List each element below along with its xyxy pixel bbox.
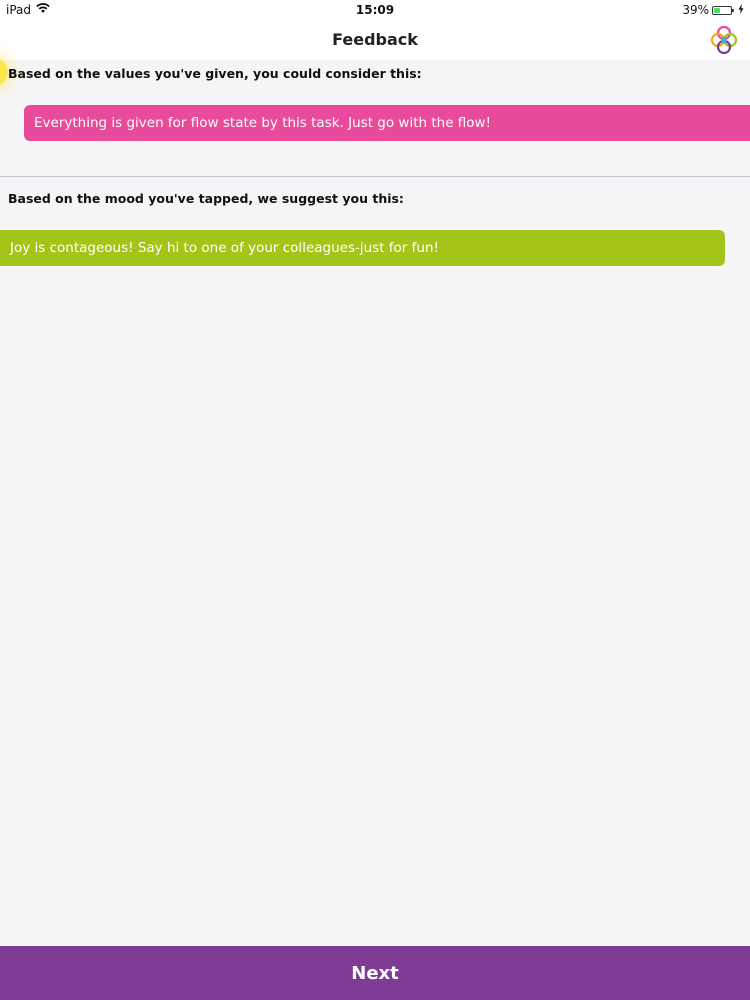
status-time: 15:09 [355,3,395,17]
status-bar: iPad 15:09 39% [0,0,750,22]
feedback-screen: iPad 15:09 39% Feedback Based on the val… [0,0,750,1000]
section-divider [0,176,750,177]
page-title: Feedback [332,30,418,49]
mood-suggestion-bubble: Joy is contageous! Say hi to one of your… [0,230,725,266]
battery-fill [714,7,721,13]
battery-icon [712,5,734,15]
next-button[interactable]: Next [0,946,750,1000]
mood-section-label: Based on the mood you've tapped, we sugg… [8,191,404,206]
app-logo-icon[interactable] [708,24,740,56]
values-suggestion-bubble: Everything is given for flow state by th… [24,105,750,141]
values-suggestion-text: Everything is given for flow state by th… [34,115,492,131]
values-section-label: Based on the values you've given, you co… [8,66,422,81]
battery-percent: 39% [682,3,709,17]
charging-bolt-icon [738,3,744,17]
status-right: 39% [682,3,744,17]
decorative-glow [0,58,8,86]
nav-bar: Feedback [0,22,750,60]
mood-suggestion-text: Joy is contageous! Say hi to one of your… [10,240,439,256]
